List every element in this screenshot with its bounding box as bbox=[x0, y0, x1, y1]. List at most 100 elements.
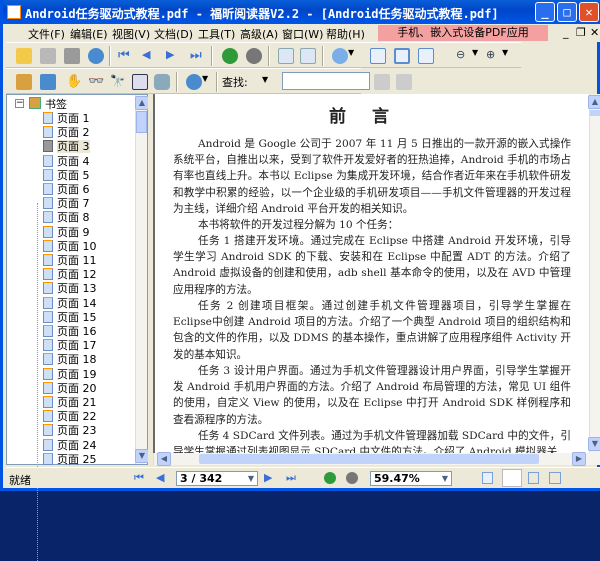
close-button[interactable]: ✕ bbox=[579, 2, 599, 22]
chevron-down-icon[interactable]: ▼ bbox=[348, 48, 364, 64]
ad-banner[interactable]: 手机、嵌入式设备PDF应用 bbox=[378, 25, 548, 41]
go-back-icon[interactable] bbox=[222, 48, 238, 64]
bookmark-item[interactable]: 页面 13 bbox=[43, 280, 97, 295]
print-icon[interactable] bbox=[64, 48, 80, 64]
search-input[interactable] bbox=[282, 72, 370, 90]
scroll-thumb[interactable] bbox=[590, 110, 600, 116]
find-icon[interactable]: 🔭 bbox=[110, 74, 126, 90]
go-back-icon[interactable] bbox=[324, 472, 336, 484]
menu-edit[interactable]: 编辑(E) bbox=[70, 26, 108, 42]
hand-tool-icon[interactable]: ✋ bbox=[66, 74, 82, 90]
sidebar-scrollbar[interactable]: ▲ ▼ bbox=[135, 95, 149, 464]
zoom-field[interactable]: 59.47% ▼ bbox=[370, 471, 452, 486]
mdi-minimize[interactable]: _ bbox=[563, 26, 569, 39]
next-page-icon[interactable]: ▶ bbox=[264, 471, 272, 484]
bookmarks-panel-icon[interactable] bbox=[16, 74, 32, 90]
zoom-in-tool-icon[interactable] bbox=[332, 48, 348, 64]
next-page-icon[interactable]: ▶ bbox=[166, 48, 182, 64]
bookmark-item[interactable]: 页面 22 bbox=[43, 408, 97, 423]
bookmark-item[interactable]: 页面 21 bbox=[43, 394, 97, 409]
prev-page-icon[interactable]: ◀ bbox=[156, 471, 164, 484]
menu-advanced[interactable]: 高级(A) bbox=[240, 26, 278, 42]
minimize-button[interactable]: _ bbox=[535, 2, 555, 22]
bookmark-item[interactable]: 页面 6 bbox=[43, 181, 90, 196]
continuous-facing-icon[interactable] bbox=[549, 472, 561, 484]
actual-size-icon[interactable] bbox=[370, 48, 386, 64]
collapse-icon[interactable]: − bbox=[15, 99, 24, 108]
bookmark-item[interactable]: 页面 8 bbox=[43, 209, 90, 224]
chevron-down-icon[interactable]: ▼ bbox=[248, 472, 254, 485]
bookmark-item[interactable]: 页面 23 bbox=[43, 422, 97, 437]
last-page-icon[interactable]: ⏭ bbox=[286, 471, 296, 485]
bookmark-item[interactable]: 页面 18 bbox=[43, 351, 97, 366]
email-icon[interactable] bbox=[88, 48, 104, 64]
bookmark-item[interactable]: 页面 17 bbox=[43, 337, 97, 352]
document-vscrollbar[interactable]: ▲ ▼ bbox=[588, 94, 600, 453]
scroll-up-button[interactable]: ▲ bbox=[588, 95, 600, 109]
bookmark-item[interactable]: 页面 15 bbox=[43, 309, 97, 324]
continuous-icon[interactable] bbox=[502, 469, 522, 487]
bookmark-item[interactable]: 页面 19 bbox=[43, 366, 97, 381]
scroll-down-button[interactable]: ▼ bbox=[135, 449, 149, 463]
text-select-icon[interactable] bbox=[132, 74, 148, 90]
menu-document[interactable]: 文档(D) bbox=[154, 26, 193, 42]
bookmark-item[interactable]: 页面 2 bbox=[43, 124, 90, 139]
bookmark-item[interactable]: 页面 3 bbox=[43, 138, 90, 154]
bookmark-item[interactable]: 页面 4 bbox=[43, 153, 90, 168]
loupe-icon[interactable]: 👓 bbox=[88, 74, 104, 90]
page-number-field[interactable]: 3 / 342 ▼ bbox=[176, 471, 258, 486]
snapshot-icon[interactable] bbox=[154, 74, 170, 90]
scroll-thumb[interactable] bbox=[136, 111, 147, 133]
bookmark-item[interactable]: 页面 5 bbox=[43, 167, 90, 182]
scroll-left-button[interactable]: ◀ bbox=[157, 452, 171, 466]
rotate-cw-icon[interactable] bbox=[278, 48, 294, 64]
scroll-up-button[interactable]: ▲ bbox=[135, 96, 149, 110]
scroll-right-button[interactable]: ▶ bbox=[572, 452, 586, 466]
bookmark-item[interactable]: 页面 25 bbox=[43, 451, 97, 466]
scroll-down-button[interactable]: ▼ bbox=[588, 437, 600, 451]
scroll-thumb[interactable] bbox=[199, 454, 539, 464]
facing-icon[interactable] bbox=[528, 472, 539, 484]
go-forward-icon[interactable] bbox=[346, 472, 358, 484]
bookmark-item[interactable]: 页面 11 bbox=[43, 252, 97, 267]
fit-page-icon[interactable] bbox=[394, 48, 410, 64]
chevron-down-icon[interactable]: ▼ bbox=[442, 472, 448, 485]
find-prev-icon[interactable] bbox=[374, 74, 390, 90]
prev-page-icon[interactable]: ◀ bbox=[142, 48, 158, 64]
open-icon[interactable] bbox=[16, 48, 32, 64]
zoom-in-icon[interactable]: ⊕ bbox=[486, 48, 502, 64]
bookmark-item[interactable]: 页面 24 bbox=[43, 437, 97, 452]
find-next-icon[interactable] bbox=[396, 74, 412, 90]
menu-tools[interactable]: 工具(T) bbox=[198, 26, 235, 42]
single-page-icon[interactable] bbox=[482, 472, 493, 484]
page-icon bbox=[43, 410, 53, 423]
menu-file[interactable]: 文件(F) bbox=[28, 26, 65, 42]
first-page-icon[interactable]: ⏮ bbox=[134, 471, 144, 485]
chevron-down-icon[interactable]: ▼ bbox=[502, 48, 518, 64]
mdi-close[interactable]: ✕ bbox=[590, 26, 599, 39]
bookmark-item[interactable]: 页面 20 bbox=[43, 380, 97, 395]
go-forward-icon[interactable] bbox=[246, 48, 262, 64]
first-page-icon[interactable]: ⏮ bbox=[118, 48, 134, 64]
maximize-button[interactable]: □ bbox=[557, 2, 577, 22]
mdi-restore[interactable]: ❐ bbox=[576, 26, 586, 39]
zoom-out-icon[interactable]: ⊖ bbox=[456, 48, 472, 64]
bookmark-item[interactable]: 页面 1 bbox=[43, 110, 90, 125]
menu-view[interactable]: 视图(V) bbox=[112, 26, 150, 42]
save-icon[interactable] bbox=[40, 48, 56, 64]
menu-window[interactable]: 窗口(W) bbox=[282, 26, 323, 42]
thumbnails-icon[interactable] bbox=[40, 74, 56, 90]
bookmark-item[interactable]: 页面 12 bbox=[43, 266, 97, 281]
search-options-dropdown[interactable]: ▼ bbox=[262, 75, 268, 84]
last-page-icon[interactable]: ⏭ bbox=[190, 48, 206, 64]
rotate-ccw-icon[interactable] bbox=[300, 48, 316, 64]
bookmark-item[interactable]: 页面 9 bbox=[43, 224, 90, 239]
menu-help[interactable]: 帮助(H) bbox=[326, 26, 365, 42]
fit-width-icon[interactable] bbox=[418, 48, 434, 64]
bookmark-item[interactable]: 页面 16 bbox=[43, 323, 97, 338]
bookmark-item[interactable]: 页面 14 bbox=[43, 295, 97, 310]
document-hscrollbar[interactable]: ◀ ▶ bbox=[153, 452, 600, 466]
bookmark-item[interactable]: 页面 10 bbox=[43, 238, 97, 253]
bookmark-item[interactable]: 页面 7 bbox=[43, 195, 90, 210]
info-icon[interactable] bbox=[186, 74, 202, 90]
